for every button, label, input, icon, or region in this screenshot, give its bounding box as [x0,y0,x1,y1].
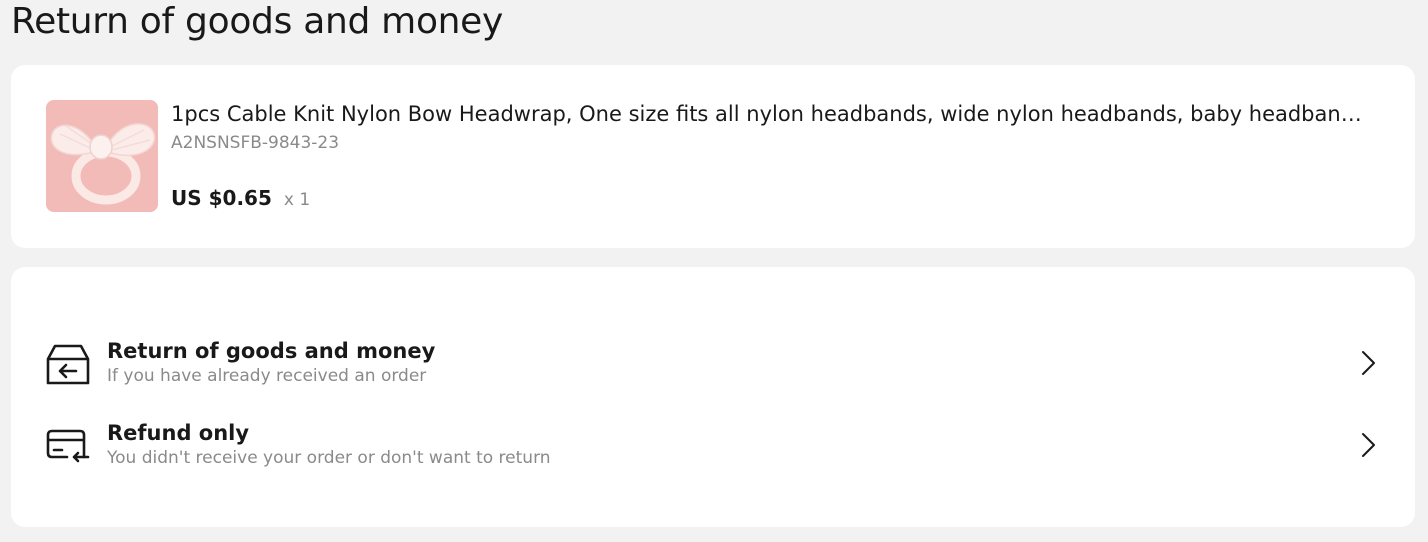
option-title: Return of goods and money [107,339,436,363]
product-card: 1pcs Cable Knit Nylon Bow Headwrap, One … [11,65,1415,248]
return-goods-and-money-option[interactable]: Return of goods and money If you have al… [11,329,1415,403]
product-price: US $0.65 [171,186,272,210]
refund-options-card: Return of goods and money If you have al… [11,267,1415,527]
page-title: Return of goods and money [11,1,504,42]
price-row: US $0.65 x 1 [171,186,310,210]
pink-bow-headband-photo [46,100,158,212]
product-sku: A2NSNSFB-9843-23 [171,133,340,153]
product-quantity: x 1 [283,190,311,210]
option-subtitle: You didn't receive your order or don't w… [107,448,551,468]
option-subtitle: If you have already received an order [107,366,427,386]
chevron-right-icon [1362,433,1375,457]
chevron-right-icon [1362,351,1375,375]
page: Return of goods and money 1pcs Cable Kni… [0,0,1428,542]
option-title: Refund only [107,421,250,445]
product-title[interactable]: 1pcs Cable Knit Nylon Bow Headwrap, One … [171,99,1371,129]
product-image [46,100,158,212]
card-refund-icon [46,429,90,463]
return-box-icon [46,344,90,385]
refund-only-option[interactable]: Refund only You didn't receive your orde… [11,411,1415,485]
